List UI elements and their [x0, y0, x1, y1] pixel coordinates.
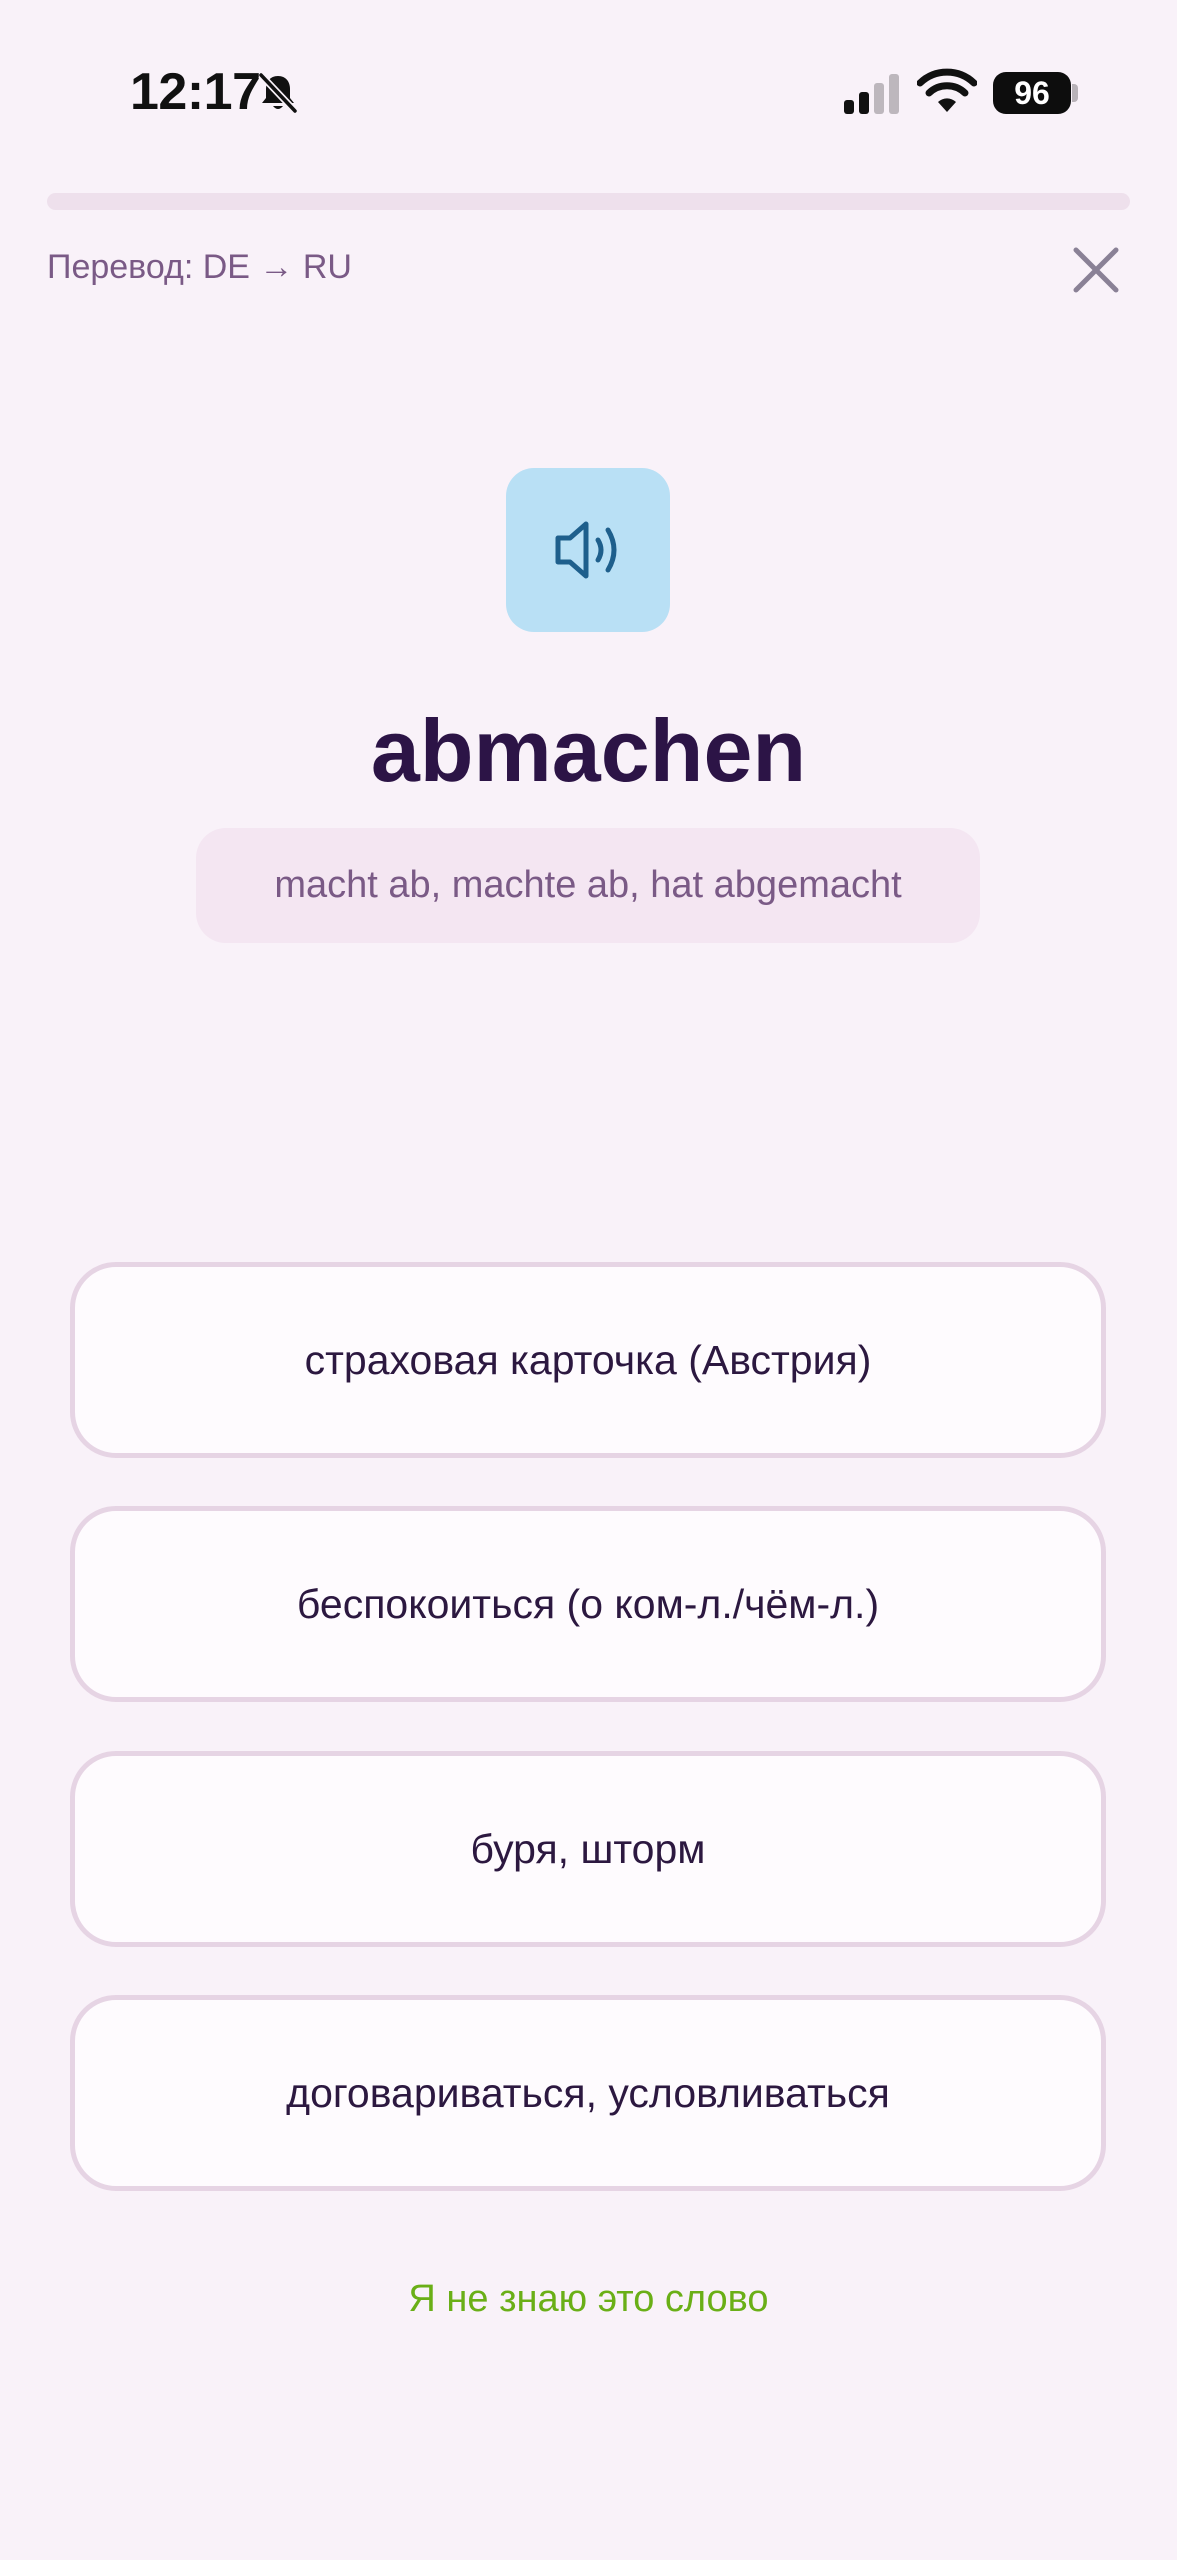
wifi-icon — [917, 68, 977, 112]
answer-option[interactable]: договариваться, условливаться — [70, 1995, 1106, 2191]
answer-option-label: беспокоиться (о ком-л./чём-л.) — [296, 1580, 880, 1627]
answer-option[interactable]: страховая карточка (Австрия) — [70, 1262, 1106, 1458]
answer-option-label: буря, шторм — [470, 1825, 706, 1872]
speaker-icon — [555, 521, 617, 579]
word-title: abmachen — [370, 701, 807, 800]
progress-bar — [47, 193, 1130, 210]
battery-icon: 96 — [993, 72, 1071, 114]
verb-forms: macht ab, machte ab, hat abgemacht — [196, 828, 980, 943]
bell-muted-icon — [258, 72, 298, 114]
close-button[interactable] — [1066, 240, 1126, 300]
mode-label: Перевод: DE → RU — [47, 248, 352, 286]
answer-option[interactable]: беспокоиться (о ком-л./чём-л.) — [70, 1506, 1106, 1702]
dont-know-link[interactable]: Я не знаю это слово — [0, 2278, 1177, 2321]
verb-forms-text: macht ab, machte ab, hat abgemacht — [274, 864, 902, 906]
play-audio-button[interactable] — [506, 468, 670, 632]
answer-option[interactable]: буря, шторм — [70, 1751, 1106, 1947]
battery-level: 96 — [1014, 74, 1050, 111]
status-time: 12:17 — [130, 63, 261, 121]
cellular-signal-icon — [844, 74, 899, 114]
battery-cap — [1072, 84, 1078, 102]
close-icon — [1073, 247, 1119, 293]
answer-option-label: страховая карточка (Австрия) — [304, 1336, 872, 1383]
answer-option-label: договариваться, условливаться — [286, 2069, 890, 2116]
